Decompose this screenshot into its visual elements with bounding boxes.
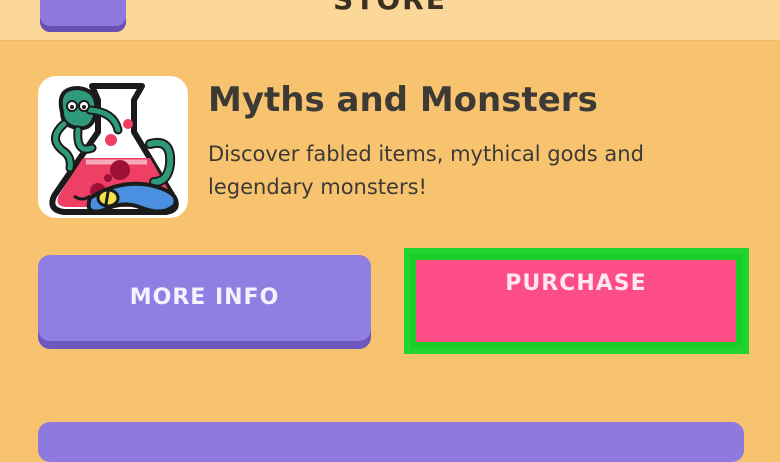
store-header: STORE bbox=[0, 0, 780, 41]
back-button[interactable] bbox=[40, 0, 126, 26]
pack-description: Discover fabled items, mythical gods and… bbox=[208, 142, 644, 199]
pack-title: Myths and Monsters bbox=[208, 80, 598, 120]
store-title: STORE bbox=[250, 0, 530, 14]
purchase-button[interactable]: PURCHASE bbox=[416, 260, 736, 342]
potion-octopus-icon bbox=[38, 76, 188, 218]
bottom-button[interactable] bbox=[38, 422, 744, 462]
potion-octopus-illustration bbox=[49, 83, 179, 215]
more-info-button[interactable]: MORE INFO bbox=[38, 255, 371, 341]
